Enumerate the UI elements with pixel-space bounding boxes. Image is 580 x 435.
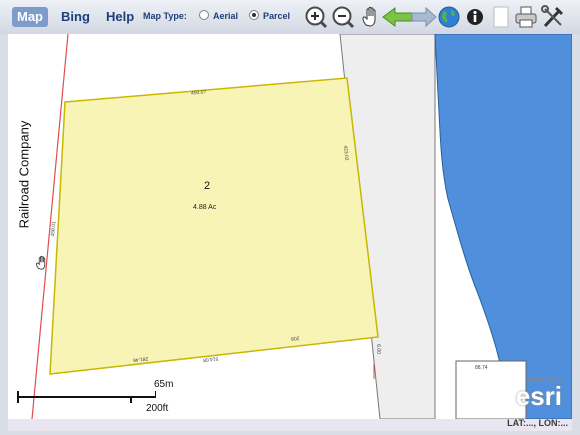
lat-lon-readout: LAT:..., LON:... — [507, 418, 568, 428]
zoom-in-icon[interactable] — [303, 4, 329, 30]
parcel-number: 2 — [204, 180, 211, 192]
railroad-label: Railroad Company — [16, 120, 32, 229]
globe-icon[interactable] — [436, 4, 462, 30]
parcel-area: 4.88 Ac — [193, 204, 217, 211]
app-frame: Map Bing Help Map Type: Aerial Parcel Ra… — [0, 0, 580, 435]
scale-imperial-label: 200ft — [146, 403, 169, 414]
forward-arrow-icon[interactable] — [410, 4, 438, 30]
aerial-radio[interactable] — [199, 10, 209, 20]
parcel-2 — [49, 77, 379, 375]
tab-map[interactable]: Map — [12, 7, 48, 27]
toolbar: Map Bing Help Map Type: Aerial Parcel — [0, 0, 580, 34]
edge-label-right-small: 6.00 — [374, 344, 381, 354]
tab-bing[interactable]: Bing — [56, 7, 95, 27]
map-view[interactable]: Railroad Company 2 4.88 Ac 450.07 423.02… — [8, 34, 572, 419]
scale-bar — [16, 389, 156, 409]
info-icon[interactable] — [462, 4, 488, 30]
blank-page-icon[interactable] — [488, 4, 514, 30]
tools-icon[interactable] — [540, 4, 566, 30]
tab-help[interactable]: Help — [101, 7, 139, 27]
map-type-label: Map Type: — [143, 11, 187, 21]
esri-attribution[interactable]: POWERED BY esri — [500, 374, 562, 414]
parcel-radio[interactable] — [249, 10, 259, 20]
edge-label-right: 423.02 — [341, 145, 350, 161]
map-canvas — [31, 34, 572, 419]
hand-cursor-icon — [36, 255, 46, 270]
parcel-label: Parcel — [263, 11, 291, 21]
edge-label-bottom-c: 208 — [290, 334, 300, 342]
scale-metric-label: 65m — [154, 379, 174, 390]
lower-lot-label: 88.74 — [475, 365, 488, 371]
esri-logo: esri — [515, 381, 562, 411]
aerial-label: Aerial — [213, 11, 239, 21]
print-icon[interactable] — [513, 4, 539, 30]
status-bar: LAT:..., LON:... — [8, 418, 572, 431]
zoom-out-icon[interactable] — [330, 4, 356, 30]
